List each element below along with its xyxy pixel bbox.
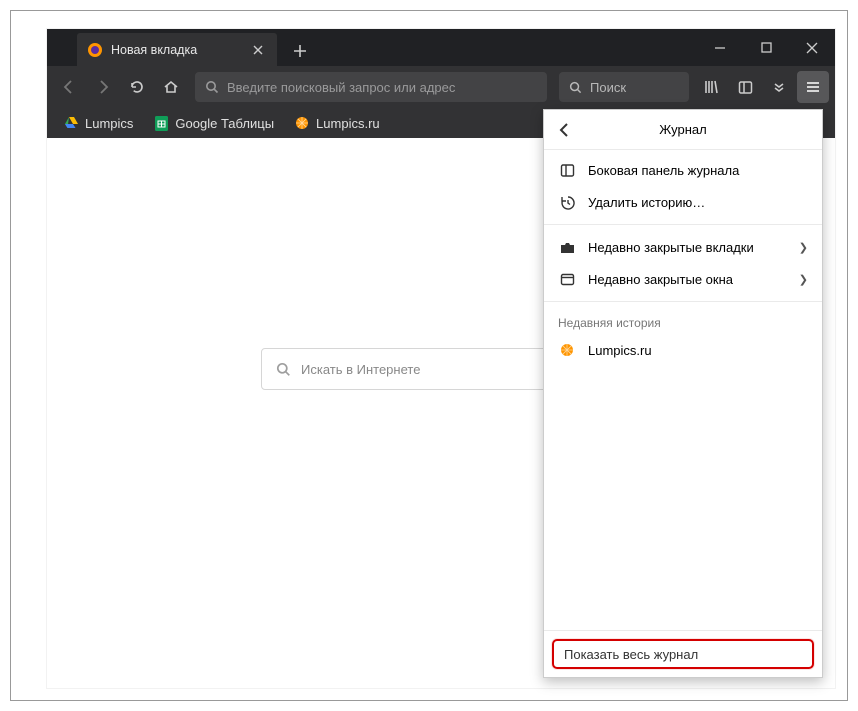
recent-history-heading: Недавняя история	[544, 308, 822, 334]
sidebar-icon	[558, 161, 576, 179]
panel-back-button[interactable]	[544, 110, 584, 150]
search-icon	[569, 81, 582, 94]
maximize-button[interactable]	[743, 29, 789, 66]
tab-close-button[interactable]	[249, 41, 267, 59]
recent-history-item[interactable]: Lumpics.ru	[544, 334, 822, 366]
search-icon	[205, 80, 219, 94]
reload-button[interactable]	[121, 71, 153, 103]
url-placeholder: Введите поисковый запрос или адрес	[227, 80, 455, 95]
bookmark-lumpics[interactable]: Lumpics	[55, 111, 141, 135]
recent-item-label: Lumpics.ru	[588, 343, 652, 358]
window-controls	[697, 29, 835, 66]
forward-button[interactable]	[87, 71, 119, 103]
separator	[544, 301, 822, 302]
firefox-icon	[87, 42, 103, 58]
panel-title: Журнал	[544, 122, 822, 137]
panel-body: Боковая панель журнала Удалить историю… …	[544, 150, 822, 630]
new-tab-button[interactable]	[285, 36, 315, 66]
url-bar[interactable]: Введите поисковый запрос или адрес	[195, 72, 547, 102]
menu-item-closed-tabs[interactable]: Недавно закрытые вкладки ❯	[544, 231, 822, 263]
bookmark-label: Lumpics.ru	[316, 116, 380, 131]
menu-item-closed-windows[interactable]: Недавно закрытые окна ❯	[544, 263, 822, 295]
search-bar[interactable]: Поиск	[559, 72, 689, 102]
menu-item-sidebar[interactable]: Боковая панель журнала	[544, 154, 822, 186]
bookmark-label: Lumpics	[85, 116, 133, 131]
nav-toolbar: Введите поисковый запрос или адрес Поиск	[47, 66, 835, 108]
chevron-right-icon: ❯	[799, 241, 808, 254]
bookmark-label: Google Таблицы	[175, 116, 274, 131]
search-placeholder: Поиск	[590, 80, 626, 95]
newtab-search-placeholder: Искать в Интернете	[301, 362, 420, 377]
tab-strip: Новая вкладка	[47, 29, 697, 66]
show-all-history-button[interactable]: Показать весь журнал	[552, 639, 814, 669]
menu-item-label: Недавно закрытые окна	[588, 272, 733, 287]
back-button[interactable]	[53, 71, 85, 103]
titlebar: Новая вкладка	[47, 29, 835, 66]
overflow-button[interactable]	[763, 71, 795, 103]
browser-window: Новая вкладка Введите поисковый запрос и…	[47, 29, 835, 688]
menu-item-label: Удалить историю…	[588, 195, 705, 210]
drive-icon	[63, 115, 79, 131]
bookmark-google-sheets[interactable]: Google Таблицы	[145, 111, 282, 135]
sheets-icon	[153, 115, 169, 131]
menu-item-label: Недавно закрытые вкладки	[588, 240, 754, 255]
tab-active[interactable]: Новая вкладка	[77, 33, 277, 66]
search-icon	[276, 362, 291, 377]
menu-button[interactable]	[797, 71, 829, 103]
menu-item-label: Боковая панель журнала	[588, 163, 739, 178]
window-icon	[558, 270, 576, 288]
tab-icon	[558, 238, 576, 256]
sidebar-button[interactable]	[729, 71, 761, 103]
orange-icon	[294, 115, 310, 131]
orange-icon	[558, 341, 576, 359]
tab-title: Новая вкладка	[111, 43, 241, 57]
show-all-label: Показать весь журнал	[564, 647, 698, 662]
separator	[544, 224, 822, 225]
chevron-right-icon: ❯	[799, 273, 808, 286]
panel-header: Журнал	[544, 110, 822, 150]
library-button[interactable]	[695, 71, 727, 103]
bookmark-lumpics-ru[interactable]: Lumpics.ru	[286, 111, 388, 135]
screenshot-frame: Новая вкладка Введите поисковый запрос и…	[10, 10, 848, 701]
close-window-button[interactable]	[789, 29, 835, 66]
home-button[interactable]	[155, 71, 187, 103]
history-panel: Журнал Боковая панель журнала Удалить ис…	[543, 109, 823, 678]
minimize-button[interactable]	[697, 29, 743, 66]
history-icon	[558, 193, 576, 211]
panel-footer: Показать весь журнал	[544, 630, 822, 677]
menu-item-clear-history[interactable]: Удалить историю…	[544, 186, 822, 218]
